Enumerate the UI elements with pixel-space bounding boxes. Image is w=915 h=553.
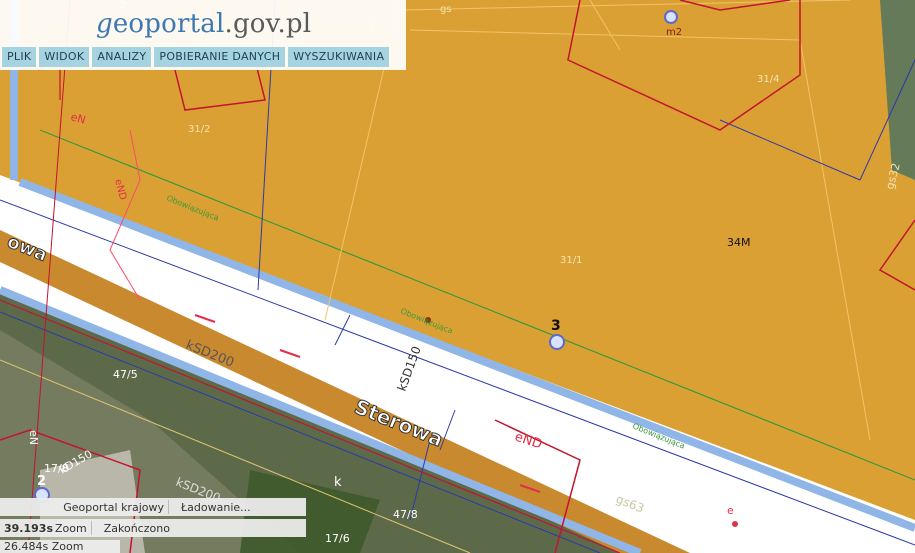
- geoportal-logo[interactable]: g eo portal .gov.pl: [96, 6, 311, 42]
- status-row-app: Geoportal krajowy Ładowanie...: [0, 498, 306, 516]
- parcel-label: 47/8: [393, 508, 418, 521]
- status-row-previous: 26.484s Zoom: [0, 540, 120, 553]
- app-name-label: Geoportal krajowy: [63, 500, 164, 514]
- parcel-label: 31/2: [188, 124, 210, 135]
- menu-item-pobieranie-danych[interactable]: POBIERANIE DANYCH: [154, 47, 286, 67]
- logo-eo: eo: [112, 9, 145, 39]
- point-label: m2: [666, 27, 682, 38]
- misc-label: gs: [440, 4, 452, 15]
- app-header: g eo portal .gov.pl PLIK WIDOK ANALIZY POBI…: [0, 0, 406, 70]
- misc-label: e: [727, 504, 734, 517]
- map-canvas[interactable]: Sterowa owa 31/1 31/2 31/4 34M 47/8 47/5…: [0, 0, 915, 553]
- logo-domain: .gov.pl: [224, 9, 312, 39]
- previous-time-label: 26.484s Zoom: [4, 540, 84, 553]
- menu-item-plik[interactable]: PLIK: [2, 47, 37, 67]
- parcel-label: 47/5: [113, 368, 138, 381]
- parcel-label: 31/4: [757, 74, 779, 85]
- point-label: 3: [551, 318, 561, 334]
- parcel-label: 34M: [727, 236, 751, 249]
- status-row-time: 39.193s Zoom Zakończono: [0, 519, 306, 537]
- state-label: Zakończono: [103, 521, 170, 535]
- status-bar: Geoportal krajowy Ładowanie... 39.193s Z…: [0, 498, 306, 553]
- main-menu: PLIK WIDOK ANALIZY POBIERANIE DANYCH WYS…: [2, 47, 390, 67]
- parcel-label: 31/1: [560, 255, 582, 266]
- utility-label: eN: [27, 430, 40, 445]
- menu-item-widok[interactable]: WIDOK: [39, 47, 90, 67]
- menu-item-wyszukiwania[interactable]: WYSZUKIWANIA: [288, 47, 390, 67]
- divider: [168, 500, 177, 514]
- point-marker-m2[interactable]: [664, 10, 678, 24]
- point-marker-3[interactable]: [549, 334, 565, 350]
- loading-label: Ładowanie...: [181, 500, 251, 514]
- misc-label: k: [334, 475, 342, 490]
- point-label: 2: [37, 474, 46, 489]
- parcel-label: 17/6: [325, 532, 350, 545]
- menu-item-analizy[interactable]: ANALIZY: [92, 47, 152, 67]
- time-value: 39.193s: [4, 521, 53, 535]
- logo-portal: portal: [144, 9, 225, 39]
- node-marker: [732, 521, 738, 527]
- zoom-label: Zoom: [55, 521, 87, 535]
- divider: [90, 521, 100, 535]
- logo-g: g: [96, 9, 113, 39]
